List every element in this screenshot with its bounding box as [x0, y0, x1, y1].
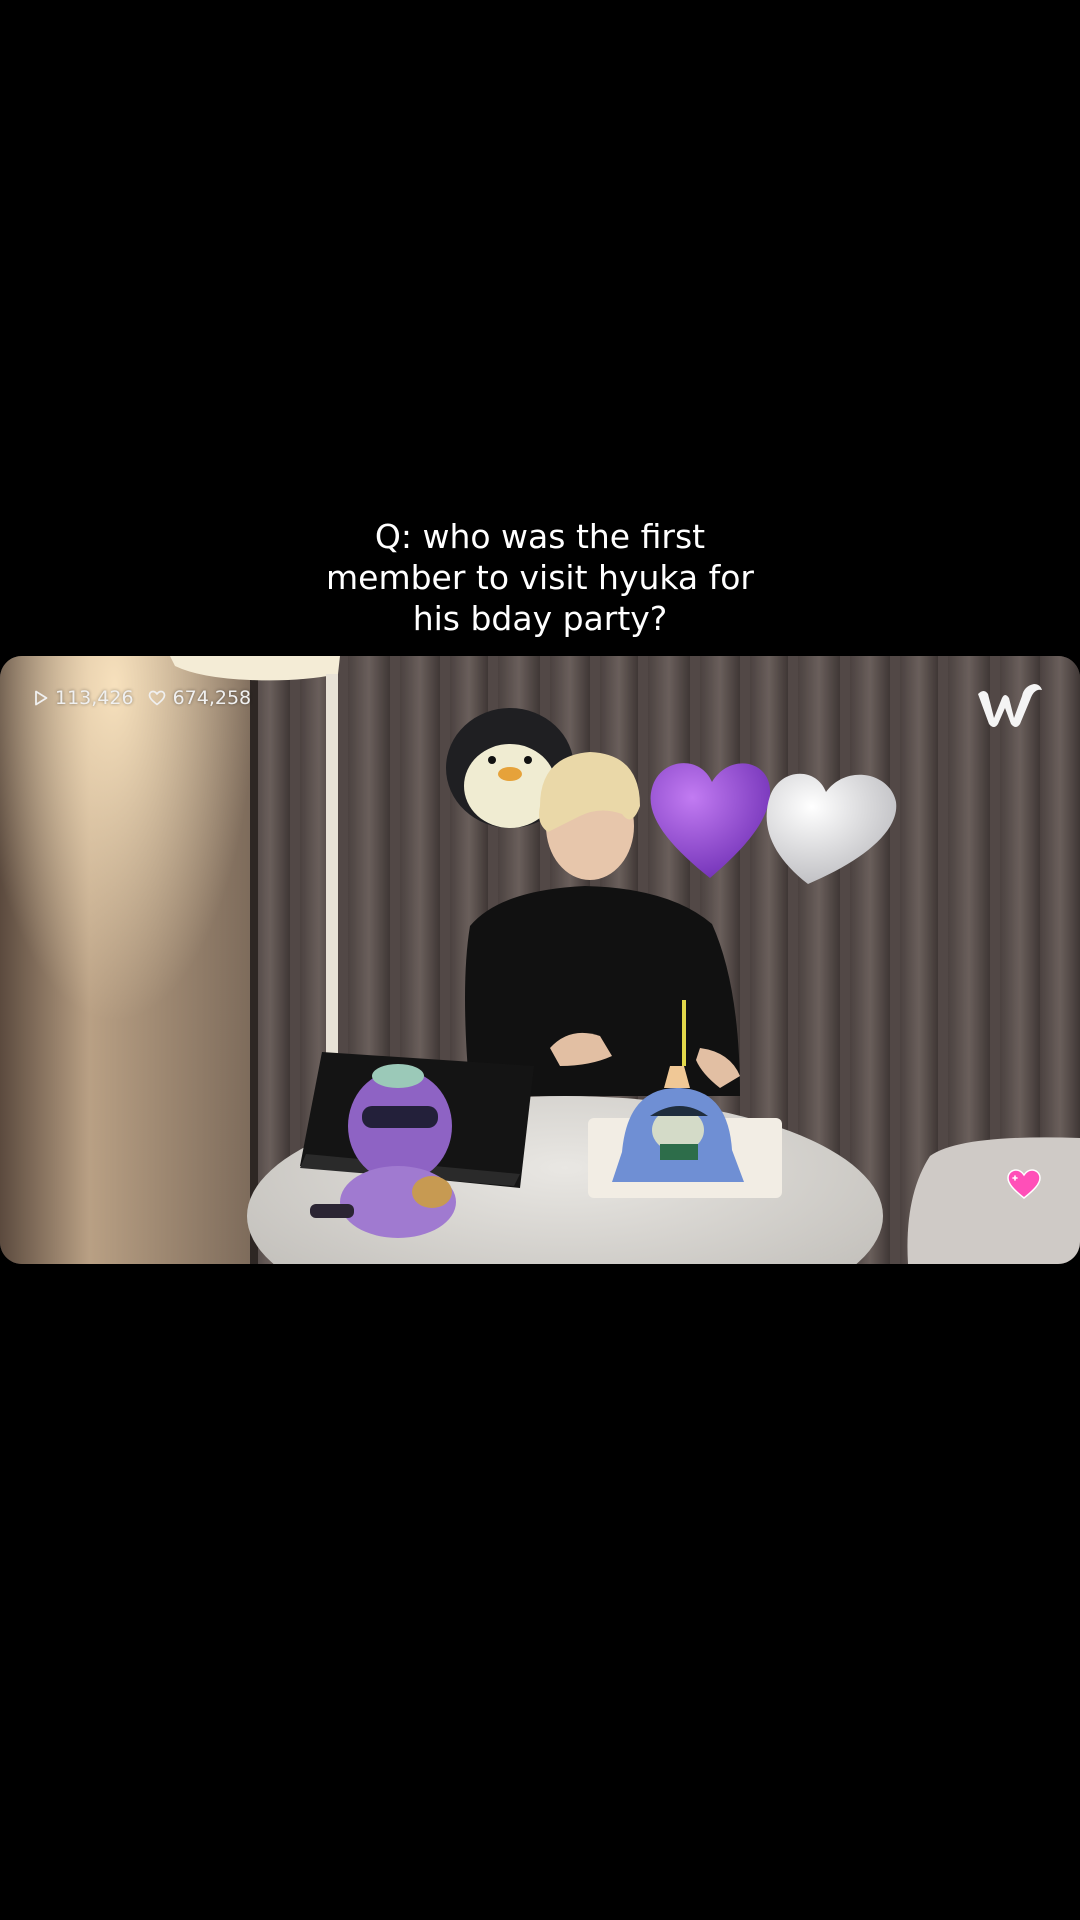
video-frame-image: [0, 656, 1080, 1264]
heart-outline-icon: [148, 690, 165, 706]
screen: Q: who was the first member to visit hyu…: [0, 0, 1080, 1920]
play-outline-icon: [35, 690, 48, 706]
caption-line-3: his bday party?: [412, 599, 668, 638]
pink-heart-icon[interactable]: [1006, 1168, 1042, 1200]
caption-line-1: Q: who was the first: [374, 517, 706, 556]
like-count-value: 674,258: [172, 687, 252, 709]
play-count-value: 113,426: [55, 687, 134, 709]
caption-line-2: member to visit hyuka for: [326, 558, 754, 597]
video-stats: 113,426 674,258: [34, 682, 251, 714]
question-caption: Q: who was the first member to visit hyu…: [0, 516, 1080, 639]
like-count: 674,258: [148, 687, 252, 709]
play-count: 113,426: [34, 687, 134, 709]
weverse-logo-icon[interactable]: [974, 680, 1046, 732]
video-player[interactable]: 113,426 674,258: [0, 656, 1080, 1264]
